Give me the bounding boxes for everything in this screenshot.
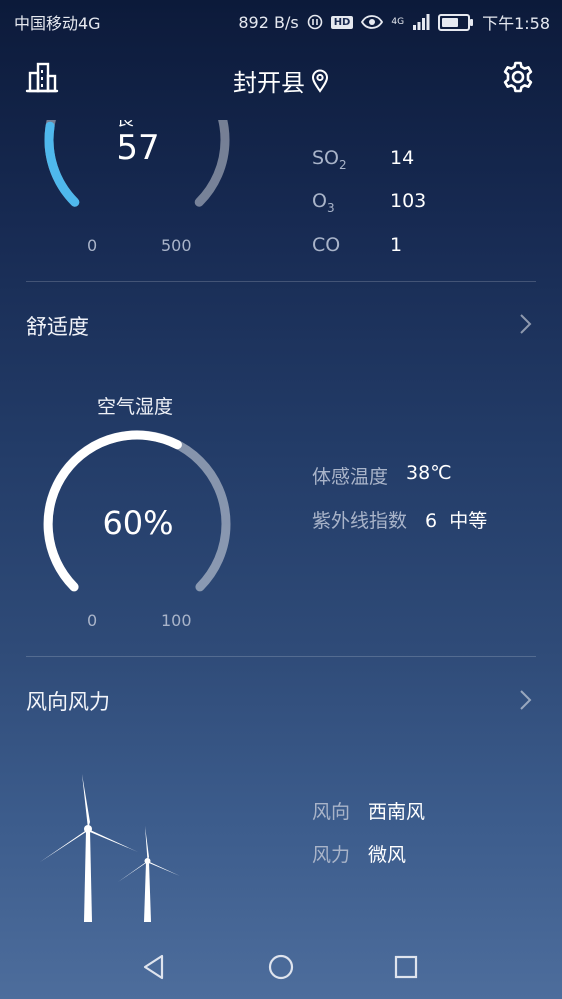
divider bbox=[26, 281, 536, 282]
humidity-max-label: 100 bbox=[161, 611, 192, 630]
recents-square-icon bbox=[394, 955, 418, 979]
feels-like-label: 体感温度 bbox=[312, 466, 389, 488]
aqi-max-label: 500 bbox=[161, 236, 192, 255]
humidity-label: 空气湿度 bbox=[97, 396, 174, 418]
chevron-right-icon bbox=[520, 690, 532, 710]
status-icons: 892 B/s HD 4G 下午1:58 bbox=[238, 10, 550, 34]
network-speed: 892 B/s bbox=[238, 12, 299, 32]
settings-button[interactable] bbox=[498, 57, 538, 97]
signal-icon bbox=[413, 14, 430, 30]
eye-icon bbox=[361, 15, 384, 29]
navigation-bar bbox=[0, 935, 562, 999]
location-pin-icon bbox=[311, 69, 329, 93]
pollutant-row-co: CO 1 bbox=[312, 234, 512, 259]
pollutant-row-so2: SO2 14 bbox=[312, 147, 512, 172]
uv-label: 紫外线指数 bbox=[312, 510, 408, 532]
pollutant-value: 1 bbox=[390, 234, 403, 256]
wind-turbines-illustration bbox=[40, 774, 180, 922]
clock: 下午1:58 bbox=[482, 14, 550, 33]
wind-turbine-icon bbox=[118, 826, 180, 922]
app-header: 封开县 bbox=[0, 55, 562, 103]
vibrate-icon bbox=[307, 14, 322, 30]
comfort-more-button[interactable] bbox=[514, 313, 536, 339]
recents-button[interactable] bbox=[392, 953, 420, 985]
home-button[interactable] bbox=[267, 953, 295, 985]
wind-section-title: 风向风力 bbox=[26, 690, 110, 714]
pollutant-name: SO2 bbox=[312, 147, 347, 172]
pollutant-value: 14 bbox=[390, 147, 415, 169]
wind-more-button[interactable] bbox=[514, 689, 536, 715]
pollutant-name: CO bbox=[312, 234, 341, 256]
aqi-value: 57 bbox=[116, 128, 160, 168]
hd-badge: HD bbox=[330, 15, 354, 29]
wind-force-label: 风力 bbox=[312, 844, 351, 866]
divider bbox=[26, 656, 536, 657]
pollutant-value: 103 bbox=[390, 190, 427, 212]
wind-direction-value: 西南风 bbox=[368, 801, 426, 823]
back-triangle-icon bbox=[143, 954, 164, 980]
feels-like-value: 38℃ bbox=[406, 462, 452, 484]
pollutant-row-o3: O3 103 bbox=[312, 190, 512, 215]
city-name: 封开县 bbox=[233, 69, 305, 97]
humidity-value: 60% bbox=[102, 504, 174, 542]
wind-force-value: 微风 bbox=[368, 844, 407, 866]
aqi-min-label: 0 bbox=[87, 236, 98, 255]
home-circle-icon bbox=[268, 954, 294, 980]
back-button[interactable] bbox=[140, 953, 168, 985]
pollutant-name: O3 bbox=[312, 190, 335, 215]
gear-icon bbox=[503, 61, 533, 93]
city-title[interactable]: 封开县 bbox=[0, 63, 562, 98]
battery-icon bbox=[438, 13, 474, 31]
wind-force-row: 风力 微风 bbox=[312, 840, 406, 867]
carrier-label: 中国移动4G bbox=[14, 14, 101, 33]
wind-turbine-icon bbox=[40, 774, 138, 922]
uv-index-row: 紫外线指数 6 中等 bbox=[312, 506, 487, 533]
status-bar: 中国移动4G 892 B/s HD 4G 下午1:58 bbox=[0, 0, 562, 38]
comfort-section-title: 舒适度 bbox=[26, 315, 89, 339]
wind-direction-row: 风向 西南风 bbox=[312, 797, 425, 824]
wind-direction-label: 风向 bbox=[312, 801, 351, 823]
uv-value: 6 中等 bbox=[425, 510, 488, 532]
chevron-right-icon bbox=[520, 314, 532, 334]
humidity-min-label: 0 bbox=[87, 611, 98, 630]
network-type: 4G bbox=[391, 16, 405, 27]
feels-like-row: 体感温度 38℃ bbox=[312, 462, 452, 489]
